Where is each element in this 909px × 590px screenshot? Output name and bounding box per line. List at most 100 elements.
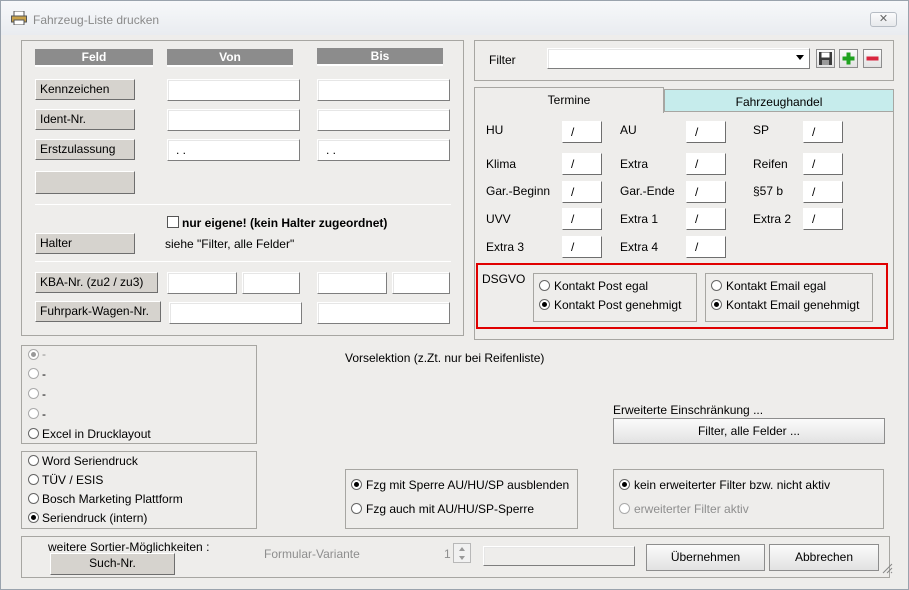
kba-nr-button[interactable]: KBA-Nr. (zu2 / zu3) xyxy=(35,272,158,293)
kennzeichen-von-input[interactable] xyxy=(167,79,300,101)
tuev-esis-label: TÜV / ESIS xyxy=(42,473,104,487)
erstzulassung-von-input[interactable]: . . xyxy=(167,139,300,161)
ident-nr-von-input[interactable] xyxy=(167,109,300,131)
nur-eigene-label: nur eigene! (kein Halter zugeordnet) xyxy=(182,216,388,230)
filter-label: Filter xyxy=(489,53,516,67)
tuev-esis-radio[interactable] xyxy=(28,474,39,485)
termin-input-hu[interactable]: / xyxy=(562,121,602,143)
ident-nr-bis-input[interactable] xyxy=(317,109,450,131)
empty-field-button[interactable] xyxy=(35,171,135,194)
termin-label-extra1: Extra 1 xyxy=(620,212,659,226)
vorselektion-label: Vorselektion (z.Zt. nur bei Reifenliste) xyxy=(345,351,545,365)
kba-zu3-bis-input[interactable] xyxy=(392,272,450,294)
such-nr-button[interactable]: Such-Nr. xyxy=(50,553,175,575)
abbrechen-button[interactable]: Abbrechen xyxy=(769,544,879,571)
termin-input-reifen[interactable]: / xyxy=(803,153,843,175)
excel-layout-radio[interactable] xyxy=(28,428,39,439)
uebernehmen-button[interactable]: Übernehmen xyxy=(646,544,765,571)
termin-input-extra1[interactable]: / xyxy=(686,208,726,230)
erstzulassung-button[interactable]: Erstzulassung xyxy=(35,139,135,160)
termin-input-extra2[interactable]: / xyxy=(803,208,843,230)
termin-input-klima[interactable]: / xyxy=(562,153,602,175)
termin-input-gar-beginn[interactable]: / xyxy=(562,181,602,203)
window-title: Fahrzeug-Liste drucken xyxy=(33,13,160,27)
siehe-filter-label: siehe "Filter, alle Felder" xyxy=(165,237,295,251)
layout-option-2-label: - xyxy=(42,367,46,381)
layout-option-1-radio[interactable] xyxy=(28,349,39,360)
close-button[interactable]: ✕ xyxy=(870,12,897,27)
ident-nr-button[interactable]: Ident-Nr. xyxy=(35,109,135,130)
kba-zu2-von-input[interactable] xyxy=(167,272,237,294)
filter-aktiv-radio[interactable] xyxy=(619,503,630,514)
email-egal-radio[interactable] xyxy=(711,280,722,291)
save-filter-button[interactable] xyxy=(816,49,835,68)
fuhrpark-von-input[interactable] xyxy=(169,302,302,324)
termin-label-hu: HU xyxy=(486,123,504,137)
termin-label-extra: Extra xyxy=(620,157,649,171)
kba-zu3-von-input[interactable] xyxy=(242,272,300,294)
kein-filter-label: kein erweiterter Filter bzw. nicht aktiv xyxy=(634,478,831,492)
filter-aktiv-label: erweiterter Filter aktiv xyxy=(634,502,749,516)
layout-option-3-label: - xyxy=(42,387,46,401)
bosch-marketing-radio[interactable] xyxy=(28,493,39,504)
filter-select[interactable] xyxy=(547,48,810,69)
termin-label-sp: SP xyxy=(753,123,770,137)
layout-option-2-radio[interactable] xyxy=(28,368,39,379)
erstzulassung-bis-input[interactable]: . . xyxy=(317,139,450,161)
termin-input-gar-ende[interactable]: / xyxy=(686,181,726,203)
sperre-ausblenden-radio[interactable] xyxy=(351,479,362,490)
formular-variante-select[interactable] xyxy=(483,546,635,566)
termin-input-extra[interactable]: / xyxy=(686,153,726,175)
chevron-down-icon[interactable] xyxy=(796,55,804,60)
termin-input-au[interactable]: / xyxy=(686,121,726,143)
word-seriendruck-radio[interactable] xyxy=(28,455,39,466)
termin-input-extra3[interactable]: / xyxy=(562,236,602,258)
tab-termine[interactable]: Termine xyxy=(474,87,664,113)
kein-filter-radio[interactable] xyxy=(619,479,630,490)
termin-label-gar-beginn: Gar.-Beginn xyxy=(486,184,551,198)
email-genehmigt-radio[interactable] xyxy=(711,299,722,310)
filter-alle-felder-button[interactable]: Filter, alle Felder ... xyxy=(613,418,885,444)
post-genehmigt-radio[interactable] xyxy=(539,299,550,310)
kennzeichen-bis-input[interactable] xyxy=(317,79,450,101)
minus-icon xyxy=(866,56,879,61)
fields-divider-1 xyxy=(35,204,451,205)
termin-label-klima: Klima xyxy=(486,157,517,171)
variante-spinner[interactable] xyxy=(453,543,471,563)
kba-zu2-bis-input[interactable] xyxy=(317,272,387,294)
post-egal-radio[interactable] xyxy=(539,280,550,291)
seriendruck-intern-radio[interactable] xyxy=(28,512,39,523)
add-filter-button[interactable] xyxy=(839,49,858,68)
sperre-auch-label: Fzg auch mit AU/HU/SP-Sperre xyxy=(366,502,535,516)
layout-option-4-radio[interactable] xyxy=(28,408,39,419)
layout-option-3-radio[interactable] xyxy=(28,388,39,399)
tab-fahrzeughandel[interactable]: Fahrzeughandel xyxy=(664,89,894,112)
spinner-down-icon[interactable] xyxy=(459,556,465,560)
termin-input-extra4[interactable]: / xyxy=(686,236,726,258)
halter-button[interactable]: Halter xyxy=(35,233,135,254)
nur-eigene-checkbox[interactable] xyxy=(167,216,179,228)
termin-input-sp[interactable]: / xyxy=(803,121,843,143)
seriendruck-intern-label: Seriendruck (intern) xyxy=(42,511,148,525)
erweiterte-label: Erweiterte Einschränkung ... xyxy=(613,403,764,417)
resize-grip-icon[interactable] xyxy=(881,562,893,574)
termin-input-uvv[interactable]: / xyxy=(562,208,602,230)
plus-icon xyxy=(842,52,855,65)
termin-label-au: AU xyxy=(620,123,637,137)
fuhrpark-bis-input[interactable] xyxy=(317,302,450,324)
fields-divider-2 xyxy=(35,261,451,262)
fuhrpark-button[interactable]: Fuhrpark-Wagen-Nr. xyxy=(35,301,161,322)
sperre-auch-radio[interactable] xyxy=(351,503,362,514)
dsgvo-label: DSGVO xyxy=(482,272,526,286)
termin-input-57b[interactable]: / xyxy=(803,181,843,203)
kennzeichen-button[interactable]: Kennzeichen xyxy=(35,79,135,100)
layout-option-1-label: - xyxy=(42,347,46,361)
sortier-label: weitere Sortier-Möglichkeiten : xyxy=(48,540,210,554)
sperre-ausblenden-label: Fzg mit Sperre AU/HU/SP ausblenden xyxy=(366,478,570,492)
spinner-up-icon[interactable] xyxy=(459,547,465,551)
column-header-feld: Feld xyxy=(35,49,153,67)
termin-label-uvv: UVV xyxy=(486,212,511,226)
remove-filter-button[interactable] xyxy=(863,49,882,68)
email-egal-label: Kontakt Email egal xyxy=(726,279,827,293)
title-bar: Fahrzeug-Liste drucken ✕ xyxy=(1,1,908,35)
